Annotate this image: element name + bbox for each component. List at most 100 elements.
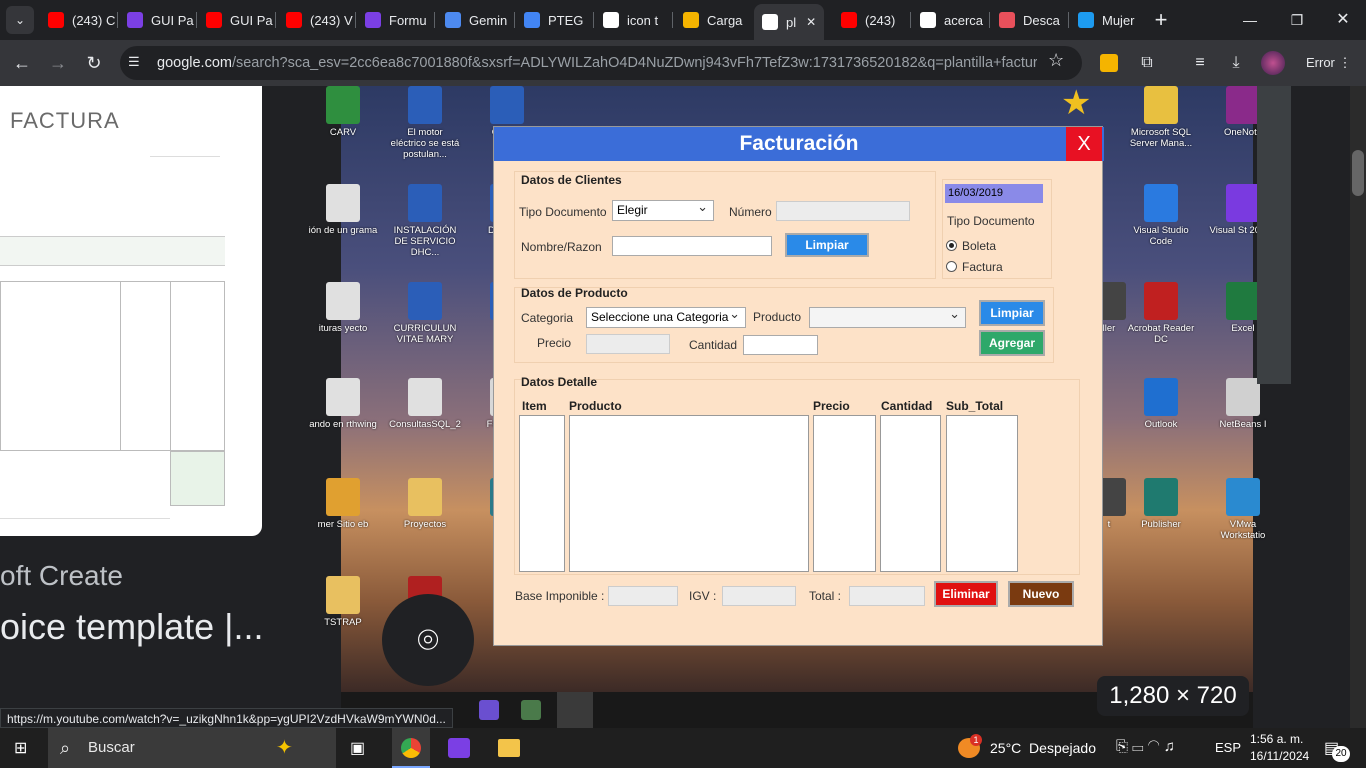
desktop-shortcut[interactable]: INSTALACIÓN DE SERVICIO DHC... (389, 184, 461, 258)
desktop-shortcut[interactable]: Publisher (1125, 478, 1197, 530)
desktop-shortcut[interactable]: Outlook (1125, 378, 1197, 430)
taskbar-search[interactable]: ⌕ Buscar ✦ (48, 728, 336, 768)
close-window-button[interactable]: ✕ (1329, 6, 1357, 34)
desktop-shortcut[interactable]: ituras yecto (307, 282, 379, 334)
restore-button[interactable]: ❐ (1283, 6, 1311, 34)
tab-separator (514, 12, 515, 28)
precio-input[interactable] (586, 334, 670, 354)
forward-icon[interactable]: → (44, 49, 72, 77)
desktop-shortcut[interactable]: CURRICULUN VITAE MARY (389, 282, 461, 345)
item-list[interactable] (519, 415, 565, 572)
desktop-shortcut[interactable]: NetBeans I (1207, 378, 1279, 430)
desktop-shortcut[interactable]: CARV (307, 86, 379, 138)
result-source[interactable]: oft Create (0, 560, 123, 592)
subtotal-list[interactable] (946, 415, 1018, 572)
browser-tab[interactable]: (243) V (278, 6, 354, 34)
categoria-select[interactable]: Seleccione una Categoria (586, 304, 746, 328)
eliminar-button[interactable]: Eliminar (934, 581, 998, 607)
url-path: /search?sca_esv=2cc6ea8c7001880f&sxsrf=A… (231, 55, 1037, 71)
desktop-shortcut[interactable]: ConsultasSQL_2 (389, 378, 461, 430)
desktop-shortcut[interactable]: TSTRAP (307, 576, 379, 628)
weather-text[interactable]: 25°C Despejado (990, 740, 1096, 756)
desktop-shortcut[interactable]: ión de un grama (307, 184, 379, 236)
site-info-icon[interactable]: ☰ (128, 54, 146, 72)
limpiar-producto-button[interactable]: Limpiar (979, 300, 1045, 326)
page-scrollbar[interactable] (1350, 86, 1366, 728)
nuevo-button[interactable]: Nuevo (1008, 581, 1074, 607)
total-input[interactable] (849, 586, 925, 606)
invoice-template-image[interactable]: FACTURA (0, 86, 262, 536)
precio-list[interactable] (813, 415, 876, 572)
agregar-button[interactable]: Agregar (979, 330, 1045, 356)
windows-start-icon[interactable]: ⊞ (14, 740, 32, 758)
desktop-shortcut[interactable]: mer Sitio eb (307, 478, 379, 530)
desktop-shortcut[interactable]: VMwa Workstatio (1207, 478, 1279, 541)
page-scrollbar-thumb[interactable] (1352, 150, 1364, 196)
browser-tab[interactable]: PTEG (516, 6, 592, 34)
form-close-button[interactable]: X (1066, 127, 1102, 161)
desktop-shortcut[interactable]: Visual Studio Code (1125, 184, 1197, 247)
limpiar-clientes-button[interactable]: Limpiar (785, 233, 869, 257)
extension-icon[interactable] (1100, 54, 1118, 72)
browser-tab[interactable]: (243) C (40, 6, 116, 34)
clock-date[interactable]: 16/11/2024 (1250, 749, 1309, 763)
file-explorer-icon[interactable] (498, 739, 520, 757)
date-field[interactable]: 16/03/2019 (945, 184, 1043, 203)
browser-tab[interactable]: pl ✕ (754, 4, 824, 40)
tray-icons[interactable]: ⎘ ▭ ◠ ♫ (1116, 738, 1175, 755)
boleta-radio[interactable] (946, 240, 957, 251)
desktop-shortcut[interactable]: Microsoft SQL Server Mana... (1125, 86, 1197, 149)
browser-tab[interactable]: GUI Pa (198, 6, 274, 34)
invoice-address-block (150, 156, 220, 198)
back-icon[interactable]: ← (8, 49, 36, 77)
download-icon[interactable]: ⤓ (1222, 49, 1250, 77)
browser-tab[interactable]: icon t (595, 6, 671, 34)
browser-tab[interactable]: Formu (357, 6, 433, 34)
extensions-puzzle-icon[interactable]: ⧉ (1133, 49, 1161, 77)
cantidad-list[interactable] (880, 415, 941, 572)
clock-time[interactable]: 1:56 a. m. (1250, 732, 1303, 746)
browser-tab[interactable]: (243) (833, 6, 909, 34)
media-control-icon[interactable]: ≡ (1186, 49, 1214, 77)
browser-tab[interactable]: Mujer (1070, 6, 1146, 34)
close-tab-icon[interactable]: ✕ (806, 15, 816, 29)
profile-avatar[interactable] (1261, 51, 1285, 75)
desktop-shortcut[interactable]: ando en rthwing (307, 378, 379, 430)
language-indicator[interactable]: ESP (1215, 740, 1241, 755)
browser-tab[interactable]: GUI Pa (119, 6, 195, 34)
factura-radio[interactable] (946, 261, 957, 272)
browser-tab[interactable]: acerca (912, 6, 988, 34)
desktop-shortcut[interactable]: Proyectos (389, 478, 461, 530)
desktop-shortcut[interactable]: El motor eléctrico se está postulan... (389, 86, 461, 160)
cantidad-label: Cantidad (689, 338, 738, 352)
clientes-heading: Datos de Clientes (521, 173, 622, 187)
producto-select[interactable] (809, 304, 966, 328)
bookmark-star-icon[interactable]: ☆ (1048, 50, 1064, 71)
tipo-documento-select[interactable]: Elegir (612, 197, 714, 221)
desktop-shortcut[interactable]: Acrobat Reader DC (1125, 282, 1197, 345)
result-title[interactable]: oice template |... (0, 606, 263, 648)
google-lens-button[interactable]: ⌾ (382, 594, 474, 686)
visual-studio-taskbar-icon[interactable] (448, 738, 470, 758)
new-tab-button[interactable]: + (1147, 6, 1175, 34)
task-view-icon[interactable]: ▣ (350, 738, 365, 758)
browser-tab[interactable]: Desca (991, 6, 1067, 34)
browser-tab[interactable]: Carga (675, 6, 751, 34)
tab-search-button[interactable]: ⌄ (6, 6, 34, 34)
shortcut-file-icon (1226, 478, 1260, 516)
shortcut-file-icon (408, 378, 442, 416)
reload-icon[interactable]: ↻ (80, 49, 108, 77)
chrome-taskbar-button[interactable] (392, 728, 430, 768)
base-imponible-input[interactable] (608, 586, 678, 606)
producto-list[interactable] (569, 415, 809, 572)
url-text[interactable]: google.com/search?sca_esv=2cc6ea8c700188… (157, 55, 1037, 71)
error-button[interactable]: Error ⋮ (1296, 46, 1352, 80)
panel-scrollbar-thumb[interactable] (1257, 86, 1291, 384)
minimize-button[interactable]: — (1236, 6, 1264, 34)
igv-input[interactable] (722, 586, 796, 606)
browser-tab[interactable]: Gemin (437, 6, 513, 34)
nombre-input[interactable] (612, 236, 772, 256)
cantidad-input[interactable] (743, 335, 818, 355)
numero-input[interactable] (776, 201, 910, 221)
address-bar[interactable]: ☰ google.com/search?sca_esv=2cc6ea8c7001… (120, 46, 1082, 80)
